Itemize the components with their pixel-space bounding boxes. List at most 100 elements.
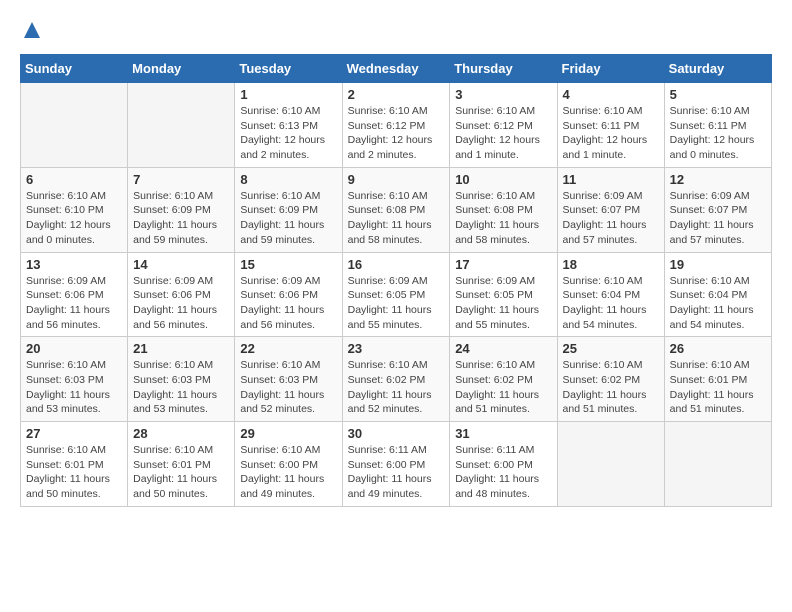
calendar-cell: 29 Sunrise: 6:10 AM Sunset: 6:00 PM Dayli… — [235, 422, 342, 507]
calendar-cell — [128, 83, 235, 168]
day-number: 7 — [133, 172, 229, 187]
calendar-cell: 5 Sunrise: 6:10 AM Sunset: 6:11 PM Daylig… — [664, 83, 771, 168]
logo-icon — [22, 20, 42, 40]
calendar-cell: 12 Sunrise: 6:09 AM Sunset: 6:07 PM Dayli… — [664, 167, 771, 252]
weekday-header-friday: Friday — [557, 55, 664, 83]
day-info: Sunrise: 6:10 AM Sunset: 6:04 PM Dayligh… — [563, 274, 659, 333]
day-number: 25 — [563, 341, 659, 356]
day-number: 4 — [563, 87, 659, 102]
calendar-cell: 20 Sunrise: 6:10 AM Sunset: 6:03 PM Dayli… — [21, 337, 128, 422]
day-info: Sunrise: 6:10 AM Sunset: 6:12 PM Dayligh… — [455, 104, 551, 163]
day-info: Sunrise: 6:09 AM Sunset: 6:07 PM Dayligh… — [563, 189, 659, 248]
weekday-header-thursday: Thursday — [450, 55, 557, 83]
day-info: Sunrise: 6:10 AM Sunset: 6:03 PM Dayligh… — [240, 358, 336, 417]
calendar-cell: 24 Sunrise: 6:10 AM Sunset: 6:02 PM Dayli… — [450, 337, 557, 422]
day-info: Sunrise: 6:10 AM Sunset: 6:11 PM Dayligh… — [563, 104, 659, 163]
day-info: Sunrise: 6:10 AM Sunset: 6:11 PM Dayligh… — [670, 104, 766, 163]
day-info: Sunrise: 6:10 AM Sunset: 6:09 PM Dayligh… — [240, 189, 336, 248]
calendar-cell: 16 Sunrise: 6:09 AM Sunset: 6:05 PM Dayli… — [342, 252, 450, 337]
weekday-header-saturday: Saturday — [664, 55, 771, 83]
day-number: 29 — [240, 426, 336, 441]
day-number: 1 — [240, 87, 336, 102]
calendar-week-1: 1 Sunrise: 6:10 AM Sunset: 6:13 PM Daylig… — [21, 83, 772, 168]
day-number: 2 — [348, 87, 445, 102]
day-number: 6 — [26, 172, 122, 187]
day-number: 24 — [455, 341, 551, 356]
day-info: Sunrise: 6:10 AM Sunset: 6:12 PM Dayligh… — [348, 104, 445, 163]
day-number: 28 — [133, 426, 229, 441]
weekday-header-wednesday: Wednesday — [342, 55, 450, 83]
day-number: 27 — [26, 426, 122, 441]
day-number: 11 — [563, 172, 659, 187]
day-info: Sunrise: 6:10 AM Sunset: 6:04 PM Dayligh… — [670, 274, 766, 333]
calendar-cell — [21, 83, 128, 168]
day-number: 16 — [348, 257, 445, 272]
day-info: Sunrise: 6:10 AM Sunset: 6:01 PM Dayligh… — [670, 358, 766, 417]
calendar-cell: 27 Sunrise: 6:10 AM Sunset: 6:01 PM Dayli… — [21, 422, 128, 507]
day-number: 15 — [240, 257, 336, 272]
day-number: 20 — [26, 341, 122, 356]
day-info: Sunrise: 6:09 AM Sunset: 6:07 PM Dayligh… — [670, 189, 766, 248]
calendar-cell: 8 Sunrise: 6:10 AM Sunset: 6:09 PM Daylig… — [235, 167, 342, 252]
calendar-week-5: 27 Sunrise: 6:10 AM Sunset: 6:01 PM Dayli… — [21, 422, 772, 507]
day-info: Sunrise: 6:10 AM Sunset: 6:01 PM Dayligh… — [26, 443, 122, 502]
day-info: Sunrise: 6:09 AM Sunset: 6:05 PM Dayligh… — [455, 274, 551, 333]
day-number: 31 — [455, 426, 551, 441]
day-number: 19 — [670, 257, 766, 272]
day-number: 12 — [670, 172, 766, 187]
calendar-week-3: 13 Sunrise: 6:09 AM Sunset: 6:06 PM Dayli… — [21, 252, 772, 337]
day-info: Sunrise: 6:11 AM Sunset: 6:00 PM Dayligh… — [455, 443, 551, 502]
calendar-table: SundayMondayTuesdayWednesdayThursdayFrid… — [20, 54, 772, 507]
calendar-cell: 19 Sunrise: 6:10 AM Sunset: 6:04 PM Dayli… — [664, 252, 771, 337]
day-info: Sunrise: 6:10 AM Sunset: 6:02 PM Dayligh… — [563, 358, 659, 417]
day-number: 14 — [133, 257, 229, 272]
weekday-header-tuesday: Tuesday — [235, 55, 342, 83]
calendar-cell: 3 Sunrise: 6:10 AM Sunset: 6:12 PM Daylig… — [450, 83, 557, 168]
calendar-cell: 17Sunrise: 6:09 AM Sunset: 6:05 PM Dayli… — [450, 252, 557, 337]
calendar-cell: 6Sunrise: 6:10 AM Sunset: 6:10 PM Daylig… — [21, 167, 128, 252]
calendar-cell: 25 Sunrise: 6:10 AM Sunset: 6:02 PM Dayli… — [557, 337, 664, 422]
day-info: Sunrise: 6:09 AM Sunset: 6:05 PM Dayligh… — [348, 274, 445, 333]
calendar-header: SundayMondayTuesdayWednesdayThursdayFrid… — [21, 55, 772, 83]
day-info: Sunrise: 6:10 AM Sunset: 6:02 PM Dayligh… — [455, 358, 551, 417]
day-info: Sunrise: 6:10 AM Sunset: 6:13 PM Dayligh… — [240, 104, 336, 163]
calendar-week-4: 20 Sunrise: 6:10 AM Sunset: 6:03 PM Dayli… — [21, 337, 772, 422]
calendar-cell: 18Sunrise: 6:10 AM Sunset: 6:04 PM Dayli… — [557, 252, 664, 337]
calendar-cell: 22 Sunrise: 6:10 AM Sunset: 6:03 PM Dayli… — [235, 337, 342, 422]
day-info: Sunrise: 6:10 AM Sunset: 6:03 PM Dayligh… — [26, 358, 122, 417]
day-number: 10 — [455, 172, 551, 187]
calendar-cell: 2 Sunrise: 6:10 AM Sunset: 6:12 PM Daylig… — [342, 83, 450, 168]
day-info: Sunrise: 6:10 AM Sunset: 6:00 PM Dayligh… — [240, 443, 336, 502]
logo — [20, 20, 42, 44]
day-number: 26 — [670, 341, 766, 356]
day-number: 9 — [348, 172, 445, 187]
day-info: Sunrise: 6:09 AM Sunset: 6:06 PM Dayligh… — [26, 274, 122, 333]
calendar-cell: 13 Sunrise: 6:09 AM Sunset: 6:06 PM Dayli… — [21, 252, 128, 337]
calendar-cell: 11 Sunrise: 6:09 AM Sunset: 6:07 PM Dayli… — [557, 167, 664, 252]
calendar-cell — [664, 422, 771, 507]
calendar-cell: 1 Sunrise: 6:10 AM Sunset: 6:13 PM Daylig… — [235, 83, 342, 168]
day-info: Sunrise: 6:11 AM Sunset: 6:00 PM Dayligh… — [348, 443, 445, 502]
day-number: 3 — [455, 87, 551, 102]
weekday-header-monday: Monday — [128, 55, 235, 83]
day-info: Sunrise: 6:10 AM Sunset: 6:08 PM Dayligh… — [455, 189, 551, 248]
calendar-body: 1 Sunrise: 6:10 AM Sunset: 6:13 PM Daylig… — [21, 83, 772, 507]
calendar-cell: 4 Sunrise: 6:10 AM Sunset: 6:11 PM Daylig… — [557, 83, 664, 168]
page-header — [20, 20, 772, 44]
day-info: Sunrise: 6:10 AM Sunset: 6:01 PM Dayligh… — [133, 443, 229, 502]
day-number: 8 — [240, 172, 336, 187]
day-number: 22 — [240, 341, 336, 356]
day-info: Sunrise: 6:10 AM Sunset: 6:08 PM Dayligh… — [348, 189, 445, 248]
day-info: Sunrise: 6:09 AM Sunset: 6:06 PM Dayligh… — [133, 274, 229, 333]
calendar-cell: 30 Sunrise: 6:11 AM Sunset: 6:00 PM Dayli… — [342, 422, 450, 507]
calendar-cell: 28 Sunrise: 6:10 AM Sunset: 6:01 PM Dayli… — [128, 422, 235, 507]
day-number: 5 — [670, 87, 766, 102]
day-info: Sunrise: 6:10 AM Sunset: 6:03 PM Dayligh… — [133, 358, 229, 417]
day-number: 13 — [26, 257, 122, 272]
calendar-cell — [557, 422, 664, 507]
day-number: 30 — [348, 426, 445, 441]
calendar-cell: 14 Sunrise: 6:09 AM Sunset: 6:06 PM Dayli… — [128, 252, 235, 337]
calendar-cell: 10 Sunrise: 6:10 AM Sunset: 6:08 PM Dayli… — [450, 167, 557, 252]
day-info: Sunrise: 6:10 AM Sunset: 6:02 PM Dayligh… — [348, 358, 445, 417]
day-info: Sunrise: 6:10 AM Sunset: 6:09 PM Dayligh… — [133, 189, 229, 248]
